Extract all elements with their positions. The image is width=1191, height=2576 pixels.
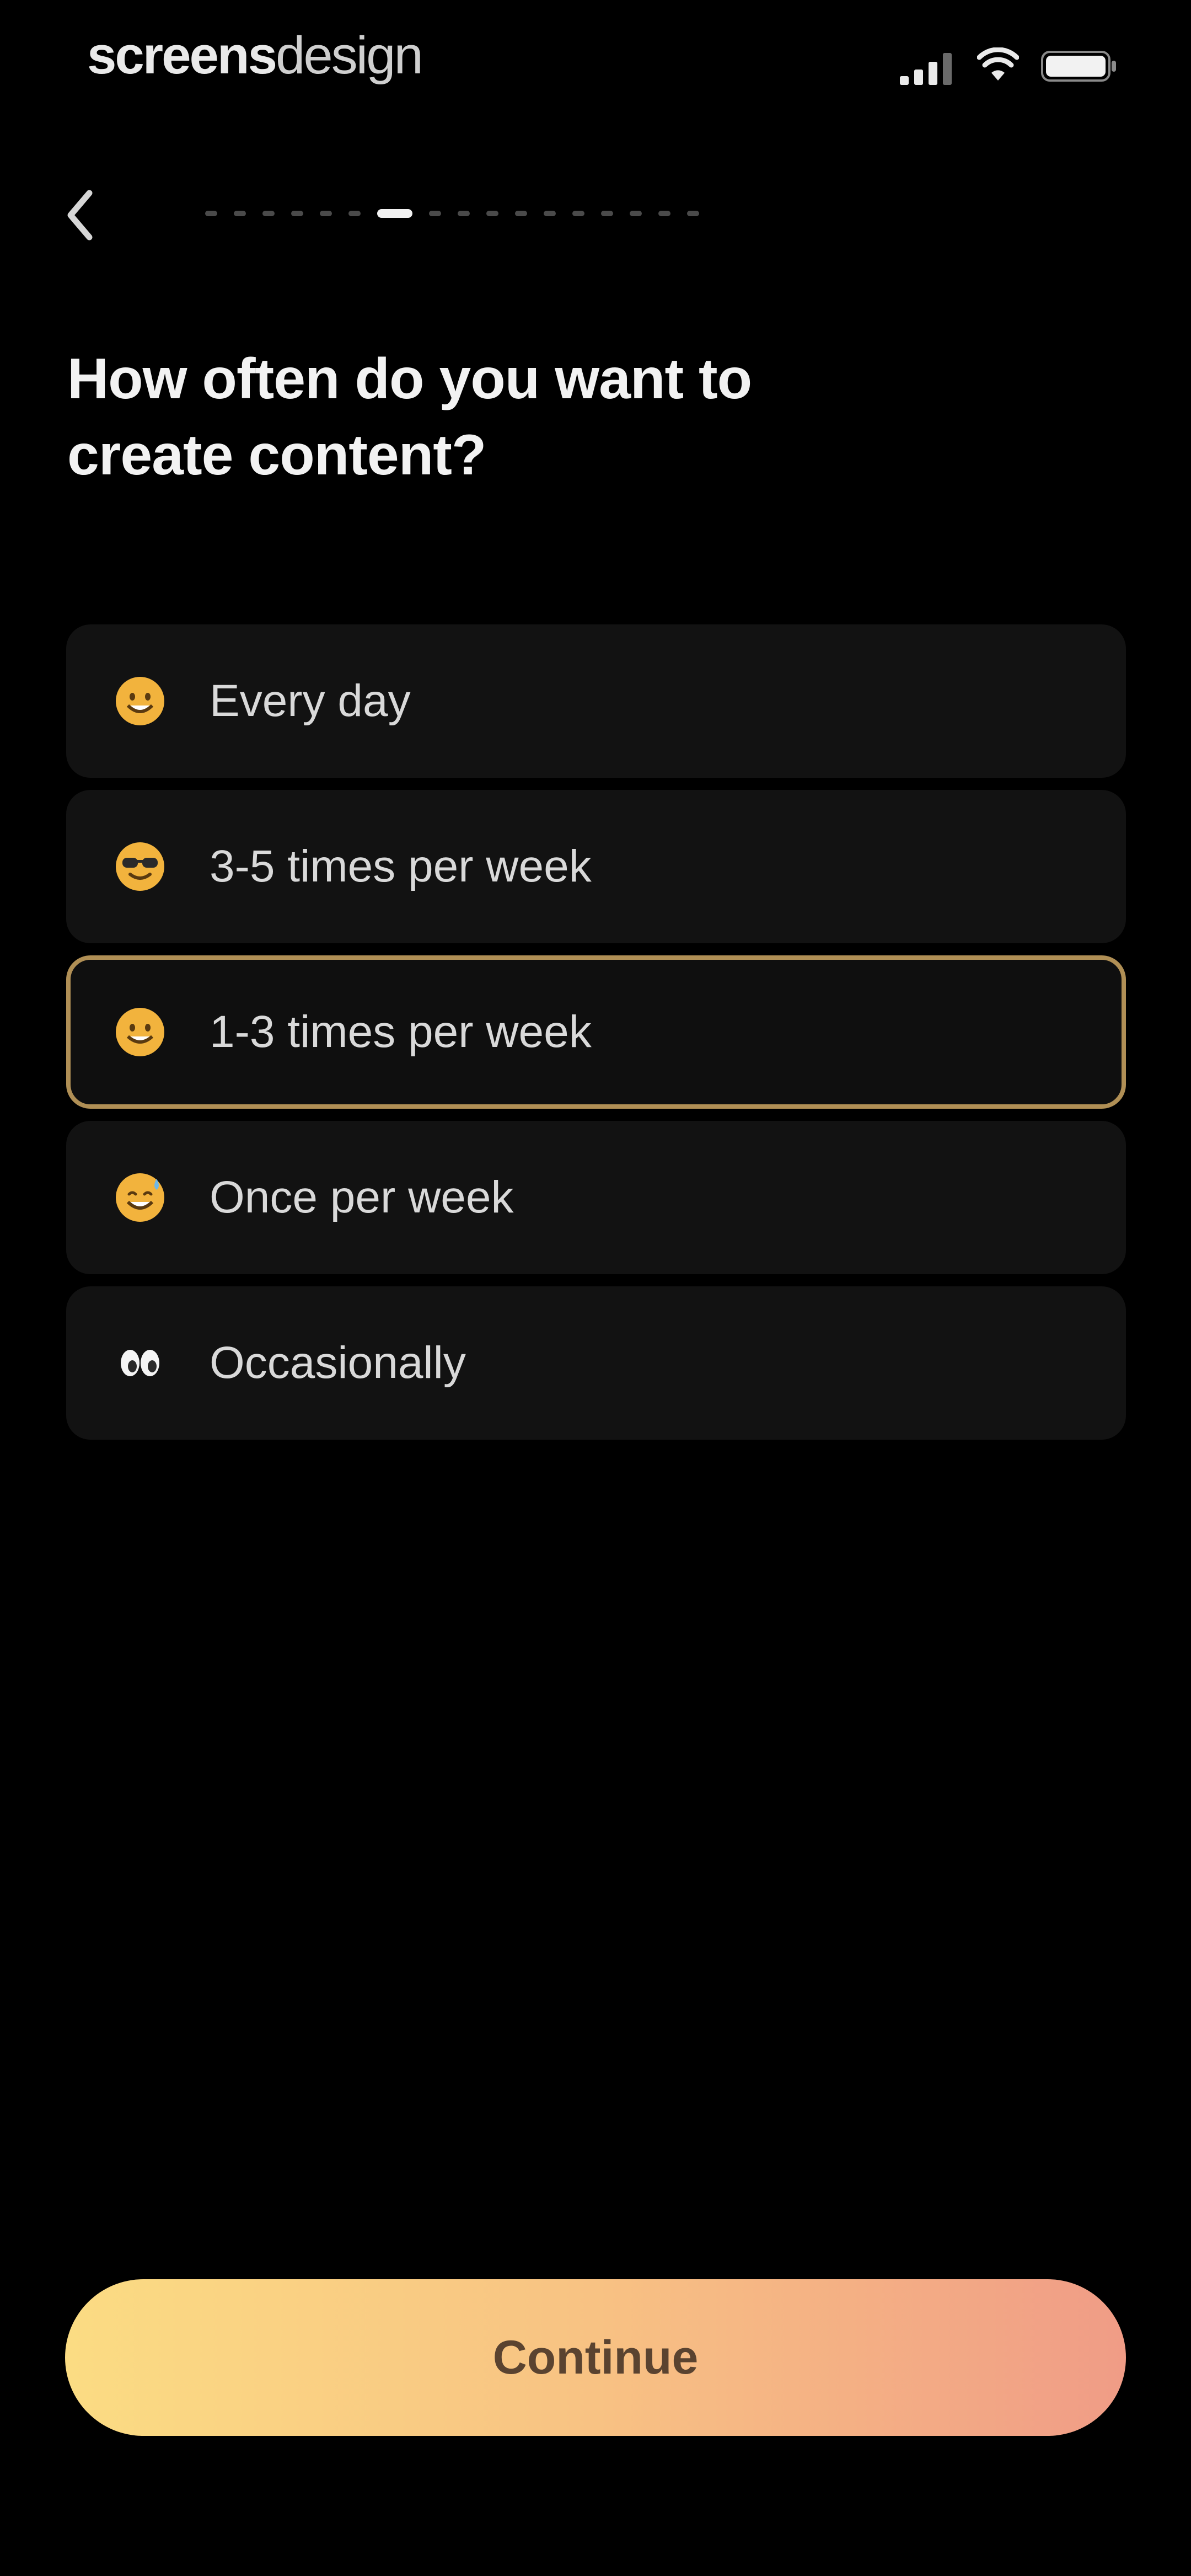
progress-step	[458, 211, 470, 216]
emoji-sweat-smile-icon	[116, 1173, 164, 1222]
emoji-smile-icon	[116, 677, 164, 725]
chevron-left-icon	[67, 190, 93, 241]
progress-step	[320, 211, 332, 216]
emoji-smile-icon	[116, 1008, 164, 1056]
progress-step	[658, 211, 670, 216]
option-every-day[interactable]: Every day	[66, 624, 1126, 778]
back-button[interactable]	[55, 182, 105, 248]
progress-step	[262, 211, 275, 216]
brand-logo-part1: screens	[87, 26, 277, 85]
option-label: Every day	[210, 676, 411, 726]
progress-step-current	[377, 209, 412, 218]
emoji-sunglasses-icon	[116, 842, 164, 891]
eyes-icon	[121, 1350, 159, 1376]
option-occasionally[interactable]: Occasionally	[66, 1286, 1126, 1440]
progress-indicator	[205, 205, 699, 222]
progress-step	[291, 211, 303, 216]
continue-button-label: Continue	[492, 2331, 699, 2384]
option-once-per-week[interactable]: Once per week	[66, 1121, 1126, 1274]
progress-step	[572, 211, 584, 216]
option-label: Occasionally	[210, 1338, 466, 1388]
progress-step	[515, 211, 527, 216]
progress-step	[486, 211, 498, 216]
wifi-icon	[977, 47, 1019, 81]
progress-step	[234, 211, 246, 216]
frequency-options: Every day 3-5 times per week 1-3 times p…	[66, 624, 1126, 1452]
page-title: How often do you want to create content?	[67, 347, 752, 487]
progress-step	[630, 211, 642, 216]
progress-step	[687, 211, 699, 216]
progress-step	[544, 211, 556, 216]
progress-step	[429, 211, 441, 216]
progress-step	[601, 211, 613, 216]
progress-step	[348, 211, 361, 216]
brand-logo-part2: design	[275, 26, 423, 85]
option-label: 1-3 times per week	[210, 1007, 592, 1057]
battery-icon	[1041, 51, 1116, 82]
cellular-signal-icon	[900, 53, 952, 85]
status-bar: screensdesign	[0, 0, 1191, 121]
option-label: Once per week	[210, 1172, 514, 1222]
continue-button[interactable]: Continue	[65, 2279, 1126, 2436]
brand-logo: screensdesign	[87, 25, 423, 86]
option-1-3-times-per-week[interactable]: 1-3 times per week	[66, 955, 1126, 1109]
option-label: 3-5 times per week	[210, 841, 592, 891]
progress-step	[205, 211, 217, 216]
option-3-5-times-per-week[interactable]: 3-5 times per week	[66, 790, 1126, 943]
